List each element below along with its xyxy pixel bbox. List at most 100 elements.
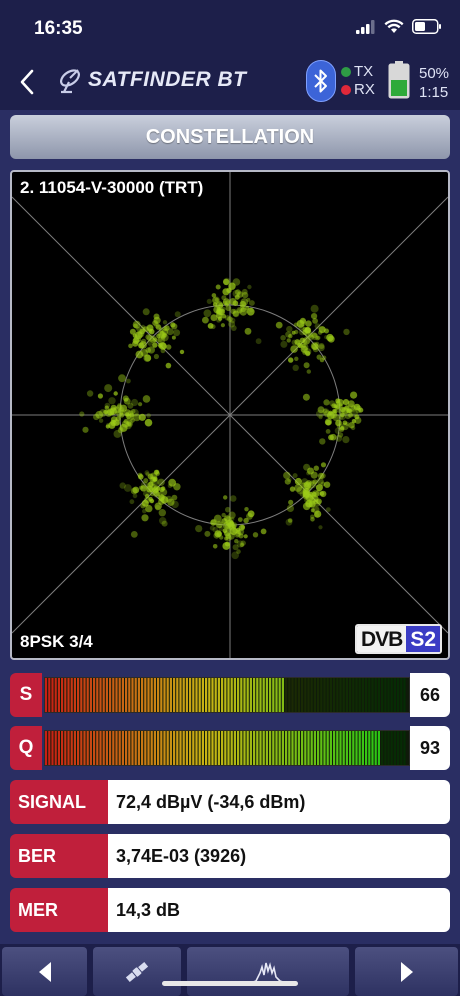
- constellation-point: [294, 356, 299, 361]
- constellation-point: [110, 404, 117, 411]
- constellation-point: [142, 395, 151, 403]
- meter-segment-lit: [141, 678, 144, 712]
- constellation-point: [104, 405, 110, 410]
- constellation-point: [291, 339, 298, 346]
- constellation-point: [165, 495, 173, 503]
- constellation-point: [320, 462, 327, 468]
- constellation-point: [309, 481, 314, 486]
- constellation-point: [166, 344, 172, 350]
- meter-segment-lit: [224, 678, 227, 712]
- meter-segment-lit: [269, 731, 272, 765]
- meter-segment-lit: [240, 731, 243, 765]
- meter-segment-lit: [304, 731, 307, 765]
- constellation-point: [161, 520, 168, 527]
- constellation-point: [294, 484, 302, 492]
- constellation-point: [229, 317, 236, 324]
- constellation-point: [140, 324, 146, 329]
- constellation-point: [255, 338, 262, 345]
- quality-bar: [44, 730, 410, 766]
- meter-segment-lit: [230, 731, 233, 765]
- satellite-icon: [125, 961, 149, 982]
- meter-segment-lit: [285, 731, 288, 765]
- constellation-point: [117, 408, 125, 415]
- constellation-point: [225, 506, 231, 513]
- meter-segment-lit: [57, 731, 60, 765]
- constellation-point: [280, 340, 288, 348]
- meter-segment-lit: [227, 731, 230, 765]
- meter-segment-lit: [157, 731, 160, 765]
- meter-segment-lit: [128, 678, 131, 712]
- constellation-point: [292, 364, 299, 371]
- meter-segment-unlit: [326, 678, 329, 712]
- meter-segment-lit: [301, 731, 304, 765]
- constellation-point: [98, 418, 104, 423]
- bluetooth-button[interactable]: [306, 60, 336, 102]
- constellation-point: [171, 500, 179, 509]
- meter-segment-lit: [240, 678, 243, 712]
- meter-segment-lit: [208, 731, 211, 765]
- meter-segment-lit: [211, 678, 214, 712]
- meter-segment-lit: [105, 731, 108, 765]
- constellation-point: [164, 325, 170, 331]
- meter-segment-lit: [150, 678, 153, 712]
- constellation-point: [342, 399, 350, 406]
- constellation-mode-button[interactable]: CONSTELLATION: [10, 115, 450, 159]
- meter-segment-lit: [93, 678, 96, 712]
- meter-segment-lit: [89, 731, 92, 765]
- constellation-point: [342, 436, 350, 444]
- constellation-point: [209, 525, 215, 531]
- meter-segment-lit: [374, 731, 377, 765]
- meter-segment-unlit: [387, 731, 390, 765]
- constellation-point: [115, 421, 120, 426]
- constellation-point: [341, 407, 349, 415]
- ber-label: BER: [10, 834, 108, 878]
- meter-segment-lit: [233, 678, 236, 712]
- spectrum-button[interactable]: [187, 947, 349, 996]
- constellation-point: [220, 323, 225, 328]
- meter-segment-lit: [115, 678, 118, 712]
- constellation-point: [350, 391, 358, 399]
- constellation-point: [310, 342, 319, 350]
- meter-segment-unlit: [294, 678, 297, 712]
- back-button[interactable]: [14, 66, 44, 98]
- meter-segment-unlit: [288, 678, 291, 712]
- meter-segment-lit: [160, 731, 163, 765]
- channel-label: 2. 11054-V-30000 (TRT): [20, 178, 204, 197]
- constellation-point: [126, 378, 131, 384]
- constellation-point: [173, 483, 181, 491]
- meter-segment-lit: [48, 731, 51, 765]
- meter-segment-lit: [262, 678, 265, 712]
- constellation-point: [275, 321, 283, 329]
- constellation-point: [243, 534, 248, 539]
- constellation-point: [130, 418, 135, 423]
- previous-button[interactable]: [2, 947, 87, 996]
- wifi-icon: [384, 19, 404, 33]
- constellation-point: [280, 335, 286, 341]
- app-header: SATFINDER BT TX RX 50% 1:15: [0, 54, 460, 110]
- constellation-point: [173, 329, 181, 337]
- constellation-point: [148, 328, 155, 335]
- constellation-point: [325, 507, 331, 512]
- constellation-point: [324, 335, 329, 340]
- constellation-point: [224, 300, 231, 306]
- meter-segment-unlit: [310, 678, 313, 712]
- constellation-point: [288, 357, 294, 363]
- constellation-point: [306, 369, 311, 374]
- home-indicator[interactable]: [162, 981, 298, 986]
- satellite-button[interactable]: [93, 947, 181, 996]
- meter-segment-unlit: [371, 678, 374, 712]
- bottom-toolbar: [0, 944, 460, 996]
- meter-segment-unlit: [400, 731, 403, 765]
- constellation-point: [241, 291, 249, 299]
- meter-segment-lit: [112, 678, 115, 712]
- meter-segment-lit: [349, 731, 352, 765]
- meter-segment-unlit: [400, 678, 403, 712]
- meter-segment-lit: [192, 731, 195, 765]
- constellation-point: [147, 346, 155, 354]
- constellation-point: [123, 484, 132, 492]
- constellation-point: [97, 393, 103, 399]
- meter-segment-lit: [83, 731, 86, 765]
- constellation-point: [224, 315, 231, 321]
- next-button[interactable]: [355, 947, 458, 996]
- constellation-point: [316, 409, 324, 418]
